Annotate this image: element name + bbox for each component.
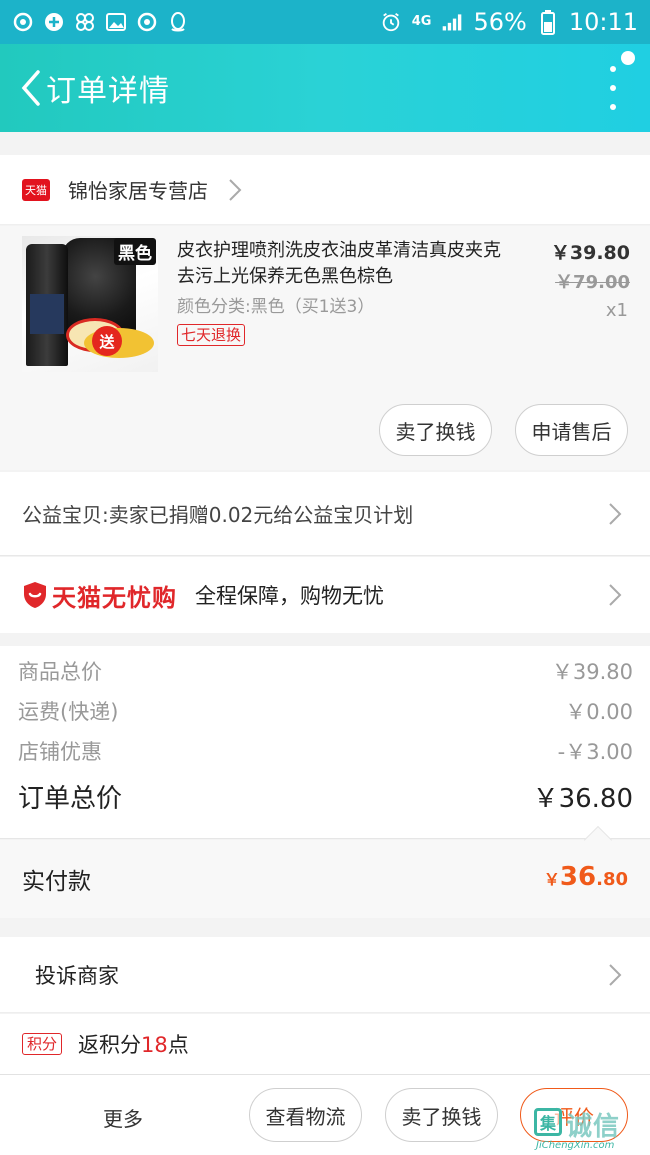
- summary-row-shipping: 运费(快递) ￥0.00: [18, 696, 633, 726]
- netease-icon: [12, 11, 34, 33]
- actual-payment-value: ￥36.80: [543, 862, 628, 892]
- product-price: ￥39.80: [550, 242, 630, 264]
- page-title: 订单详情: [46, 74, 170, 109]
- status-system-indicators: 4G 56% 10:11: [380, 8, 638, 36]
- app-header: 订单详情: [0, 44, 650, 132]
- battery-icon: [537, 10, 559, 35]
- after-sale-button[interactable]: 申请售后: [515, 404, 628, 456]
- product-card[interactable]: 送 黑色 皮衣护理喷剂洗皮衣油皮革清洁真皮夹克去污上光保养无色黑色棕色 颜色分类…: [0, 226, 650, 470]
- actual-payment-row: 实付款 ￥36.80: [0, 825, 650, 918]
- color-tag: 黑色: [114, 238, 156, 265]
- points-row: 积分 返积分18点: [0, 1014, 650, 1074]
- summary-value: ￥0.00: [565, 700, 633, 724]
- network-type: 4G: [411, 14, 432, 29]
- watermark-text: 诚信: [566, 1112, 621, 1142]
- points-text: 返积分18点: [78, 1033, 189, 1057]
- status-bar: 4G 56% 10:11: [0, 0, 650, 44]
- summary-value: ￥39.80: [551, 660, 633, 684]
- product-title: 皮衣护理喷剂洗皮衣油皮革清洁真皮夹克去污上光保养无色黑色棕色: [177, 240, 501, 287]
- product-original-price: ￥79.00: [555, 272, 630, 293]
- price-summary: 商品总价 ￥39.80 运费(快递) ￥0.00 店铺优惠 -￥3.00 订单总…: [0, 646, 650, 839]
- more-vertical-icon: [610, 66, 616, 72]
- chevron-right-icon: [229, 178, 242, 201]
- alarm-icon: [380, 11, 402, 33]
- chevron-right-icon: [609, 584, 622, 606]
- more-options-button[interactable]: [606, 66, 620, 110]
- clock-time: 10:11: [568, 8, 638, 36]
- shield-icon: [24, 582, 46, 608]
- charity-row[interactable]: 公益宝贝:卖家已捐赠0.02元给公益宝贝计划: [0, 472, 650, 556]
- sell-for-cash-button[interactable]: 卖了换钱: [379, 404, 492, 456]
- chevron-right-icon: [609, 964, 622, 986]
- shop-name: 锦怡家居专营店: [68, 179, 208, 203]
- back-button[interactable]: [0, 44, 42, 132]
- more-actions-button[interactable]: 更多: [103, 1103, 143, 1132]
- summary-row-goods: 商品总价 ￥39.80: [18, 656, 633, 686]
- watermark-url: JiChengXin.com: [536, 1140, 615, 1151]
- plus-circle-icon: [43, 11, 65, 33]
- tmall-guarantee-row[interactable]: 天猫无忧购 全程保障，购物无忧: [0, 557, 650, 633]
- product-image[interactable]: 送 黑色: [22, 236, 158, 372]
- qq-icon: [167, 11, 189, 33]
- shop-row[interactable]: 天猫 锦怡家居专营店: [0, 155, 650, 225]
- summary-value: -￥3.00: [557, 740, 633, 764]
- order-total-value: ￥36.80: [532, 784, 633, 814]
- guarantee-brand: 天猫无忧购: [52, 583, 177, 612]
- actual-payment-label: 实付款: [22, 869, 91, 895]
- order-total-label: 订单总价: [18, 784, 123, 814]
- signal-icon: [441, 11, 463, 33]
- netease-icon: [136, 11, 158, 33]
- points-badge: 积分: [22, 1033, 63, 1055]
- image-icon: [105, 11, 127, 33]
- notification-dot: [621, 51, 635, 65]
- watermark-logo: 集: [534, 1108, 562, 1136]
- gift-badge: 送: [92, 326, 122, 356]
- complain-seller-label: 投诉商家: [35, 963, 119, 988]
- sell-for-cash-button[interactable]: 卖了换钱: [385, 1088, 498, 1142]
- summary-row-total: 订单总价 ￥36.80: [18, 778, 633, 815]
- return-policy-badge: 七天退换: [177, 324, 246, 346]
- battery-percent: 56%: [473, 8, 527, 36]
- charity-text: 公益宝贝:卖家已捐赠0.02元给公益宝贝计划: [22, 503, 414, 527]
- summary-label: 店铺优惠: [18, 740, 102, 764]
- flower-app-icon: [74, 11, 96, 33]
- summary-row-discount: 店铺优惠 -￥3.00: [18, 736, 633, 766]
- summary-label: 运费(快递): [18, 700, 119, 724]
- summary-label: 商品总价: [18, 660, 102, 684]
- chevron-right-icon: [609, 503, 622, 525]
- site-watermark: 集 诚信 JiChengXin.com: [530, 1106, 648, 1152]
- complain-seller-row[interactable]: 投诉商家: [0, 937, 650, 1013]
- view-logistics-button[interactable]: 查看物流: [249, 1088, 362, 1142]
- chevron-left-icon: [21, 70, 40, 106]
- guarantee-description: 全程保障，购物无忧: [195, 584, 384, 608]
- tmall-logo-icon: 天猫: [22, 178, 50, 201]
- status-notification-icons: [12, 11, 189, 33]
- product-quantity: x1: [605, 300, 628, 321]
- product-spec: 颜色分类:黑色（买1送3）: [177, 297, 375, 317]
- spray-can-graphic: [26, 244, 68, 366]
